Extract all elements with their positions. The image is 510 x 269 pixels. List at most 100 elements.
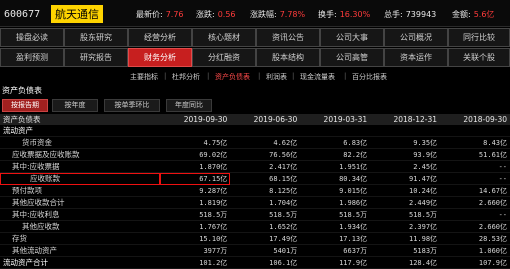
table-row: 其他流动资产 3977万 5401万 6637万 5183万 1.060亿 (0, 244, 510, 257)
subtab[interactable]: 杜邦分析 (172, 72, 200, 82)
table-row: 其中:应收票据 1.870亿 2.417亿 1.951亿 2.45亿 -- (0, 160, 510, 173)
column-header[interactable]: 2018-09-30 (440, 114, 510, 125)
report-tab[interactable]: 按单季环比 (104, 99, 160, 112)
row-label: 其中:应收票据 (0, 160, 161, 173)
cell: 4.75亿 (160, 136, 231, 149)
nav-item[interactable]: 同行比较 (448, 28, 510, 47)
table-row-highlighted: 应收账款 67.15亿 68.15亿 80.34亿 91.47亿 -- (0, 172, 510, 185)
table-row: 其他应收款合计 1.819亿 1.704亿 1.986亿 2.449亿 2.66… (0, 196, 510, 209)
cell: 128.4亿 (370, 256, 441, 269)
nav-item[interactable]: 操盘必读 (0, 28, 64, 47)
quote-amount: 金额: 5.6亿 (452, 10, 495, 19)
subtab-active[interactable]: 资产负债表 (215, 72, 250, 82)
nav-item[interactable]: 股东研究 (64, 28, 128, 47)
nav-item[interactable]: 资讯公告 (256, 28, 320, 47)
cell: 82.2亿 (300, 148, 371, 161)
column-header[interactable]: 2019-09-30 (160, 114, 231, 125)
cell: 1.704亿 (230, 196, 301, 209)
report-tab[interactable]: 按年度 (52, 99, 98, 112)
row-label: 货币资金 (0, 136, 161, 149)
column-header[interactable]: 2018-12-31 (370, 114, 441, 125)
cell (230, 125, 301, 137)
quote-turnover: 换手: 16.30% (318, 10, 371, 19)
separator: | (207, 72, 210, 80)
cell: 9.015亿 (300, 184, 371, 197)
table-row: 预付款项 9.287亿 8.125亿 9.015亿 10.24亿 14.67亿 (0, 184, 510, 197)
nav-item[interactable]: 资本运作 (384, 48, 448, 67)
cell-highlighted: 67.15亿 (160, 172, 231, 185)
cell: 10.24亿 (370, 184, 441, 197)
cell (370, 125, 441, 137)
subtab[interactable]: 利润表 (266, 72, 287, 82)
cell: 106.1亿 (230, 256, 301, 269)
nav-item[interactable]: 研究报告 (64, 48, 128, 67)
report-period-tabs: 按报告期 按年度 按单季环比 年度同比 (0, 99, 510, 112)
cell: 9.287亿 (160, 184, 231, 197)
cell (440, 125, 510, 137)
subtab[interactable]: 百分比报表 (352, 72, 387, 82)
stock-name[interactable]: 航天通信 (51, 5, 103, 23)
cell: 2.660亿 (440, 220, 510, 233)
cell: 8.125亿 (230, 184, 301, 197)
cell: 5183万 (370, 244, 441, 257)
nav-item[interactable]: 公司大事 (320, 28, 384, 47)
table-row: 货币资金 4.75亿 4.62亿 6.83亿 9.35亿 8.43亿 (0, 136, 510, 149)
cell: 80.34亿 (300, 172, 371, 185)
nav-item[interactable]: 公司高管 (320, 48, 384, 67)
table-header-row: 资产负债表 2019-09-30 2019-06-30 2019-03-31 2… (0, 114, 510, 125)
cell: 1.870亿 (160, 160, 231, 173)
cell: 9.35亿 (370, 136, 441, 149)
cell: 518.5万 (230, 208, 301, 221)
cell: 91.47亿 (370, 172, 441, 185)
column-header[interactable]: 2019-06-30 (230, 114, 301, 125)
report-tab-active[interactable]: 按报告期 (2, 99, 48, 112)
cell: 69.02亿 (160, 148, 231, 161)
table-row: 流动资产合计 101.2亿 106.1亿 117.9亿 128.4亿 107.9… (0, 256, 510, 269)
row-label: 预付款项 (0, 184, 161, 197)
row-label: 存货 (0, 232, 161, 245)
cell: 1.934亿 (300, 220, 371, 233)
nav-item[interactable]: 分红融资 (192, 48, 256, 67)
cell: 101.2亿 (160, 256, 231, 269)
row-label: 应收票据及应收账款 (0, 148, 161, 161)
table-row: 流动资产 (0, 125, 510, 137)
cell: 6637万 (300, 244, 371, 257)
nav-item[interactable]: 盈利预测 (0, 48, 64, 67)
quote-change: 涨跌: 0.56 (196, 10, 236, 19)
cell: 1.060亿 (440, 244, 510, 257)
cell: 93.9亿 (370, 148, 441, 161)
subtab[interactable]: 现金流量表 (300, 72, 335, 82)
stock-code: 600677 (4, 9, 41, 20)
cell: 1.652亿 (230, 220, 301, 233)
separator: | (292, 72, 295, 80)
finance-subtabs: 主要指标 | 杜邦分析 | 资产负债表 | 利润表 | 现金流量表 | 百分比报… (0, 70, 510, 83)
cell: 68.15亿 (230, 172, 301, 185)
separator: | (164, 72, 167, 80)
nav-row-2: 盈利预测 研究报告 财务分析 分红融资 股本结构 公司高管 资本运作 关联个股 (0, 48, 510, 67)
cell: 15.10亿 (160, 232, 231, 245)
cell: 8.43亿 (440, 136, 510, 149)
column-header: 资产负债表 (0, 114, 161, 125)
cell (160, 125, 231, 137)
cell: 11.98亿 (370, 232, 441, 245)
nav-item[interactable]: 核心题材 (192, 28, 256, 47)
row-label: 流动资产合计 (0, 256, 161, 269)
nav-item-active[interactable]: 财务分析 (128, 48, 192, 67)
report-tab[interactable]: 年度同比 (166, 99, 212, 112)
stock-header: 600677 航天通信 最新价: 7.76 涨跌: 0.56 涨跌幅: 7.78% 换… (0, 0, 510, 27)
row-label: 其他应收款 (0, 220, 161, 233)
nav-item[interactable]: 股本结构 (256, 48, 320, 67)
cell: -- (440, 172, 510, 185)
section-title: 资产负债表 (2, 86, 42, 95)
quote-volume: 总手: 739943 (384, 10, 437, 19)
nav-item[interactable]: 公司概况 (384, 28, 448, 47)
nav-item[interactable]: 经营分析 (128, 28, 192, 47)
separator: | (258, 72, 261, 80)
column-header[interactable]: 2019-03-31 (300, 114, 371, 125)
cell: 2.417亿 (230, 160, 301, 173)
subtab[interactable]: 主要指标 (130, 72, 158, 82)
cell: 3977万 (160, 244, 231, 257)
cell: 1.951亿 (300, 160, 371, 173)
cell: 1.767亿 (160, 220, 231, 233)
nav-item[interactable]: 关联个股 (448, 48, 510, 67)
